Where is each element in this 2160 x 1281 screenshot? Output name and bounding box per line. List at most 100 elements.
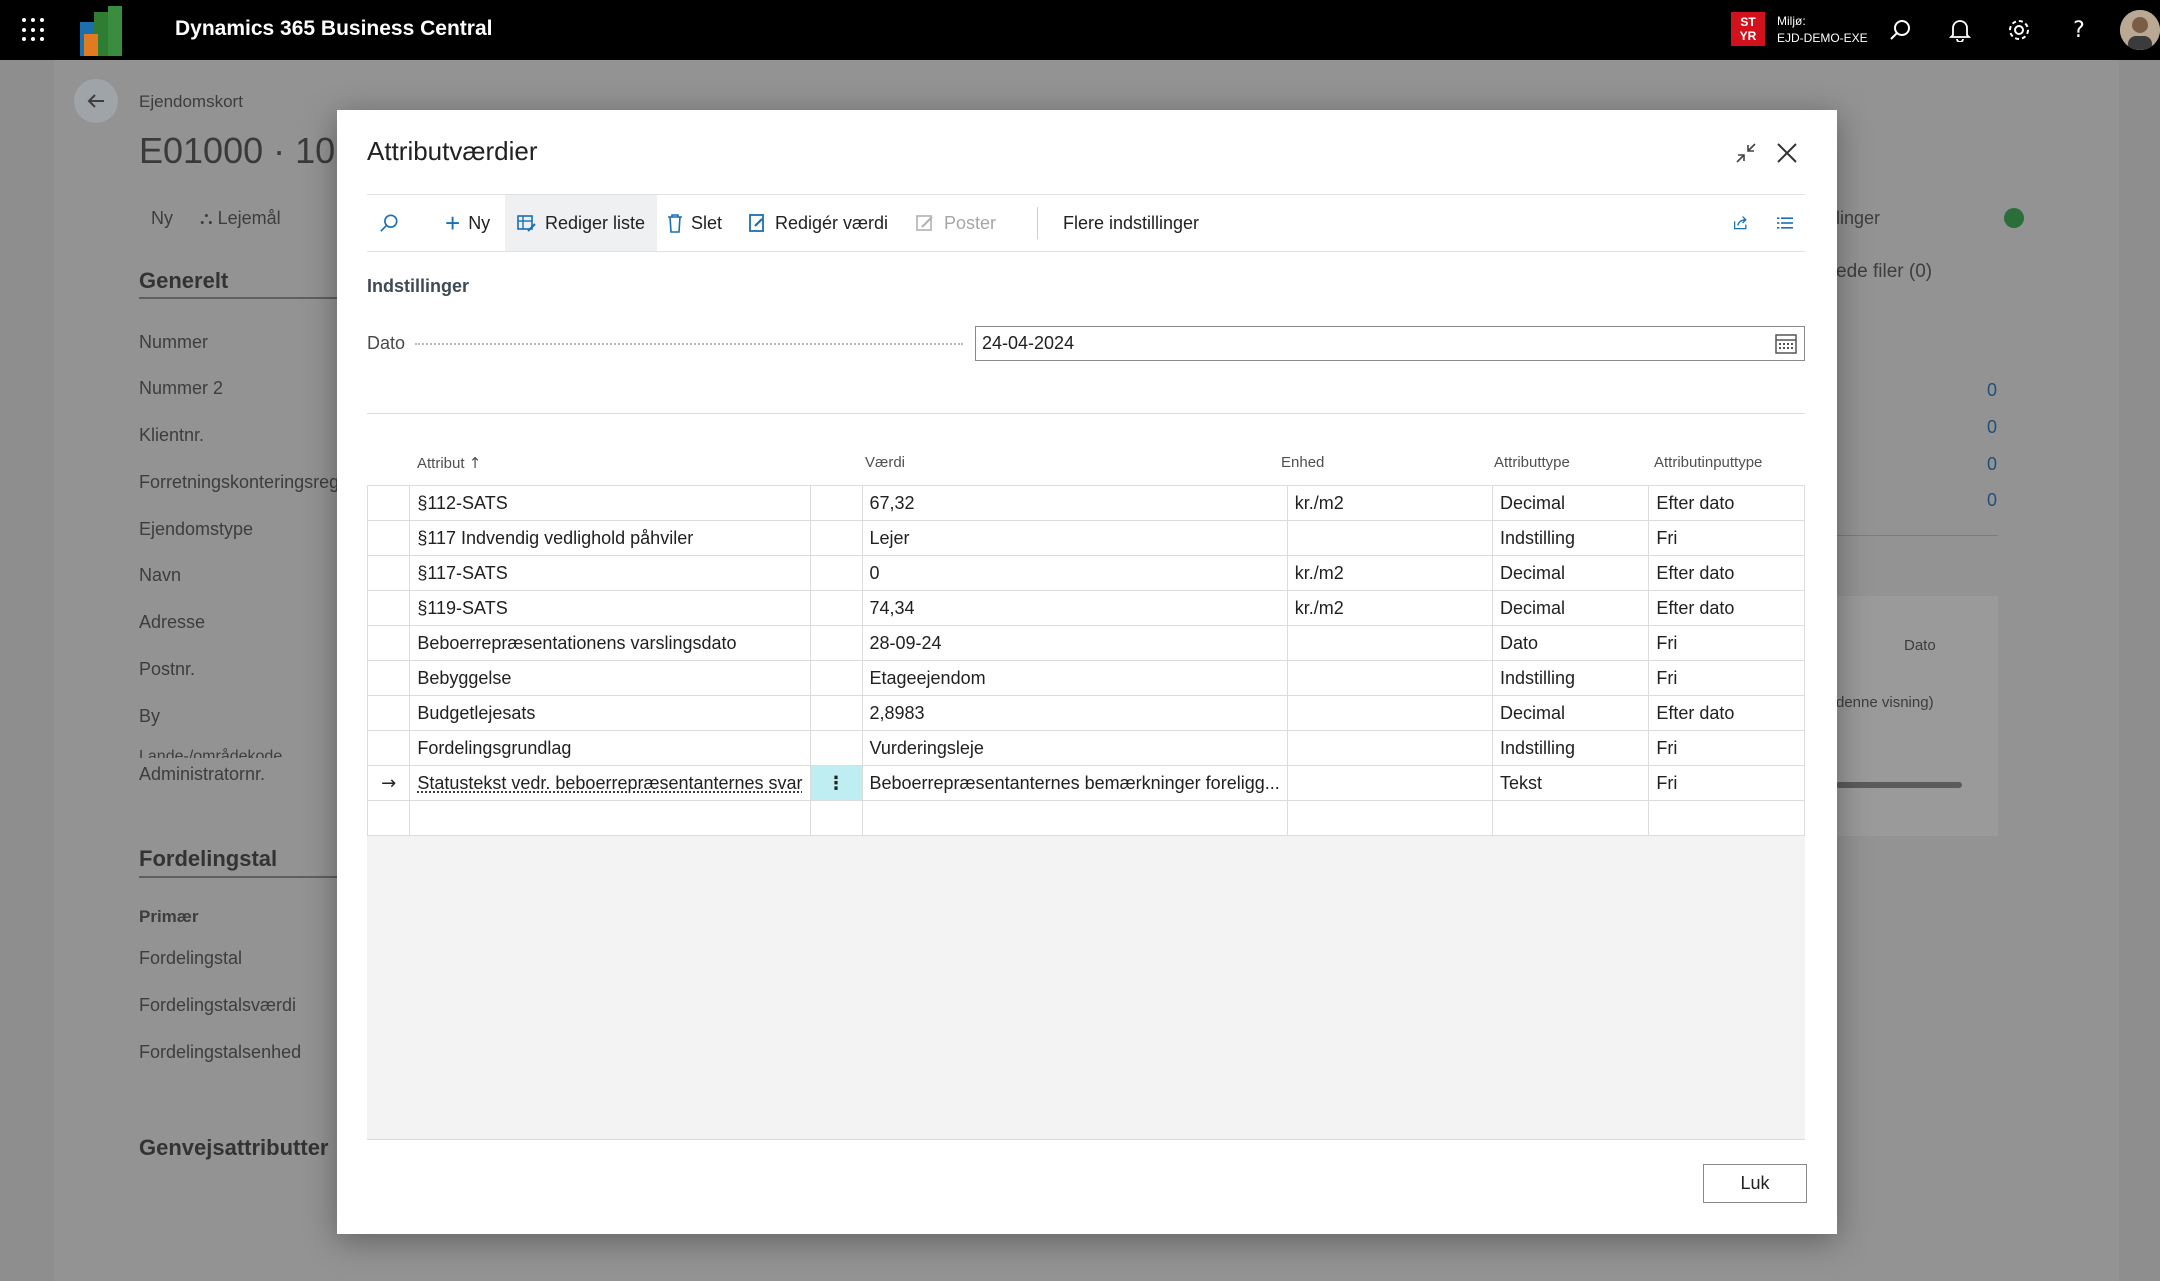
cell-attribute[interactable]: Statustekst vedr. beboerrepræsentanterne… bbox=[409, 765, 811, 801]
row-selector[interactable] bbox=[366, 590, 411, 626]
cell-value[interactable]: 67,32 bbox=[861, 485, 1288, 521]
more-options-button[interactable]: Flere indstillinger bbox=[1051, 195, 1211, 251]
cell-type[interactable] bbox=[1492, 800, 1650, 836]
close-icon[interactable] bbox=[1770, 136, 1804, 170]
cell-attribute[interactable]: Budgetlejesats bbox=[409, 695, 811, 731]
col-header-type[interactable]: Attributtype bbox=[1494, 454, 1570, 471]
row-menu-cell[interactable] bbox=[809, 695, 863, 731]
table-row[interactable]: §112-SATS 67,32 kr./m2 Decimal Efter dato bbox=[366, 485, 1805, 521]
cell-unit[interactable] bbox=[1286, 695, 1494, 731]
cell-value[interactable]: Etageejendom bbox=[861, 660, 1288, 696]
help-icon[interactable]: ? bbox=[2064, 15, 2094, 45]
cell-attribute[interactable]: Beboerrepræsentationens varslingsdato bbox=[409, 625, 811, 661]
app-launcher-icon[interactable] bbox=[22, 18, 46, 42]
cell-type[interactable]: Indstilling bbox=[1492, 520, 1650, 556]
cell-value[interactable]: 28-09-24 bbox=[861, 625, 1288, 661]
cell-value[interactable] bbox=[861, 800, 1288, 836]
table-row[interactable]: §117-SATS 0 kr./m2 Decimal Efter dato bbox=[366, 555, 1805, 591]
row-selector[interactable] bbox=[366, 660, 411, 696]
cell-input-type[interactable]: Efter dato bbox=[1648, 590, 1805, 626]
cell-type[interactable]: Decimal bbox=[1492, 590, 1650, 626]
user-avatar[interactable] bbox=[2120, 10, 2160, 50]
cell-type[interactable]: Decimal bbox=[1492, 695, 1650, 731]
list-view-button[interactable] bbox=[1765, 195, 1805, 251]
gear-icon[interactable] bbox=[2004, 15, 2034, 45]
cell-type[interactable]: Indstilling bbox=[1492, 660, 1650, 696]
cell-type[interactable]: Tekst bbox=[1492, 765, 1650, 801]
cell-value[interactable]: Beboerrepræsentanternes bemærkninger for… bbox=[861, 765, 1288, 801]
cell-attribute[interactable]: Bebyggelse bbox=[409, 660, 811, 696]
table-row-empty[interactable] bbox=[366, 800, 1805, 836]
post-button[interactable]: Poster bbox=[904, 195, 1008, 251]
back-arrow-icon[interactable] bbox=[74, 79, 118, 123]
row-selector[interactable] bbox=[366, 520, 411, 556]
row-selector[interactable] bbox=[366, 625, 411, 661]
new-button[interactable]: + Ny bbox=[433, 195, 502, 251]
bell-icon[interactable] bbox=[1945, 15, 1975, 45]
calendar-icon[interactable] bbox=[1775, 332, 1797, 354]
cell-unit[interactable]: kr./m2 bbox=[1286, 590, 1494, 626]
cell-unit[interactable] bbox=[1286, 730, 1494, 766]
table-row[interactable]: §117 Indvendig vedlighold påhviler Lejer I… bbox=[366, 520, 1805, 556]
search-button[interactable] bbox=[367, 195, 411, 251]
cell-unit[interactable] bbox=[1286, 765, 1494, 801]
row-menu-cell[interactable] bbox=[809, 800, 863, 836]
cell-input-type[interactable]: Efter dato bbox=[1648, 695, 1805, 731]
row-menu-button[interactable]: ⋮ bbox=[809, 765, 863, 801]
cell-unit[interactable] bbox=[1286, 520, 1494, 556]
cell-input-type[interactable]: Fri bbox=[1648, 765, 1805, 801]
row-selector[interactable] bbox=[366, 555, 411, 591]
table-row[interactable]: Budgetlejesats 2,8983 Decimal Efter dato bbox=[366, 695, 1805, 731]
cell-unit[interactable]: kr./m2 bbox=[1286, 485, 1494, 521]
delete-button[interactable]: Slet bbox=[655, 195, 734, 251]
row-menu-cell[interactable] bbox=[809, 660, 863, 696]
bg-scrollbar[interactable] bbox=[1836, 782, 1962, 788]
cell-type[interactable]: Indstilling bbox=[1492, 730, 1650, 766]
cell-input-type[interactable]: Fri bbox=[1648, 660, 1805, 696]
col-header-input-type[interactable]: Attributinputtype bbox=[1654, 454, 1762, 471]
cell-unit[interactable] bbox=[1286, 800, 1494, 836]
table-row[interactable]: §119-SATS 74,34 kr./m2 Decimal Efter dato bbox=[366, 590, 1805, 626]
col-header-unit[interactable]: Enhed bbox=[1281, 454, 1324, 471]
row-selector[interactable] bbox=[366, 800, 411, 836]
row-selector[interactable]: → bbox=[366, 765, 411, 801]
cell-attribute[interactable] bbox=[409, 800, 811, 836]
edit-value-button[interactable]: Redigér værdi bbox=[737, 195, 900, 251]
cell-input-type[interactable] bbox=[1648, 800, 1805, 836]
cell-input-type[interactable]: Fri bbox=[1648, 730, 1805, 766]
table-row[interactable]: Beboerrepræsentationens varslingsdato 28-… bbox=[366, 625, 1805, 661]
cell-attribute[interactable]: §112-SATS bbox=[409, 485, 811, 521]
table-row[interactable]: Fordelingsgrundlag Vurderingsleje Indstill… bbox=[366, 730, 1805, 766]
date-input[interactable] bbox=[975, 326, 1805, 361]
row-selector[interactable] bbox=[366, 730, 411, 766]
cell-input-type[interactable]: Fri bbox=[1648, 625, 1805, 661]
row-menu-cell[interactable] bbox=[809, 520, 863, 556]
row-menu-cell[interactable] bbox=[809, 555, 863, 591]
close-button[interactable]: Luk bbox=[1703, 1164, 1807, 1203]
row-menu-cell[interactable] bbox=[809, 590, 863, 626]
cell-type[interactable]: Decimal bbox=[1492, 555, 1650, 591]
collapse-icon[interactable] bbox=[1729, 136, 1763, 170]
cell-value[interactable]: 2,8983 bbox=[861, 695, 1288, 731]
row-selector[interactable] bbox=[366, 695, 411, 731]
cell-input-type[interactable]: Efter dato bbox=[1648, 555, 1805, 591]
col-header-value[interactable]: Værdi bbox=[865, 454, 905, 471]
cell-value[interactable]: Lejer bbox=[861, 520, 1288, 556]
cell-type[interactable]: Decimal bbox=[1492, 485, 1650, 521]
row-menu-cell[interactable] bbox=[809, 730, 863, 766]
row-selector[interactable] bbox=[366, 485, 411, 521]
cell-unit[interactable]: kr./m2 bbox=[1286, 555, 1494, 591]
cell-attribute[interactable]: §117-SATS bbox=[409, 555, 811, 591]
cell-type[interactable]: Dato bbox=[1492, 625, 1650, 661]
cell-value[interactable]: 0 bbox=[861, 555, 1288, 591]
row-menu-cell[interactable] bbox=[809, 485, 863, 521]
cell-value[interactable]: Vurderingsleje bbox=[861, 730, 1288, 766]
search-icon[interactable] bbox=[1885, 15, 1915, 45]
share-button[interactable] bbox=[1721, 195, 1761, 251]
edit-list-button[interactable]: Rediger liste bbox=[505, 195, 658, 251]
cell-attribute[interactable]: §117 Indvendig vedlighold påhviler bbox=[409, 520, 811, 556]
table-row[interactable]: → Statustekst vedr. beboerrepræsentantern… bbox=[366, 765, 1805, 801]
cell-value[interactable]: 74,34 bbox=[861, 590, 1288, 626]
table-row[interactable]: Bebyggelse Etageejendom Indstilling Fri bbox=[366, 660, 1805, 696]
cell-attribute[interactable]: Fordelingsgrundlag bbox=[409, 730, 811, 766]
